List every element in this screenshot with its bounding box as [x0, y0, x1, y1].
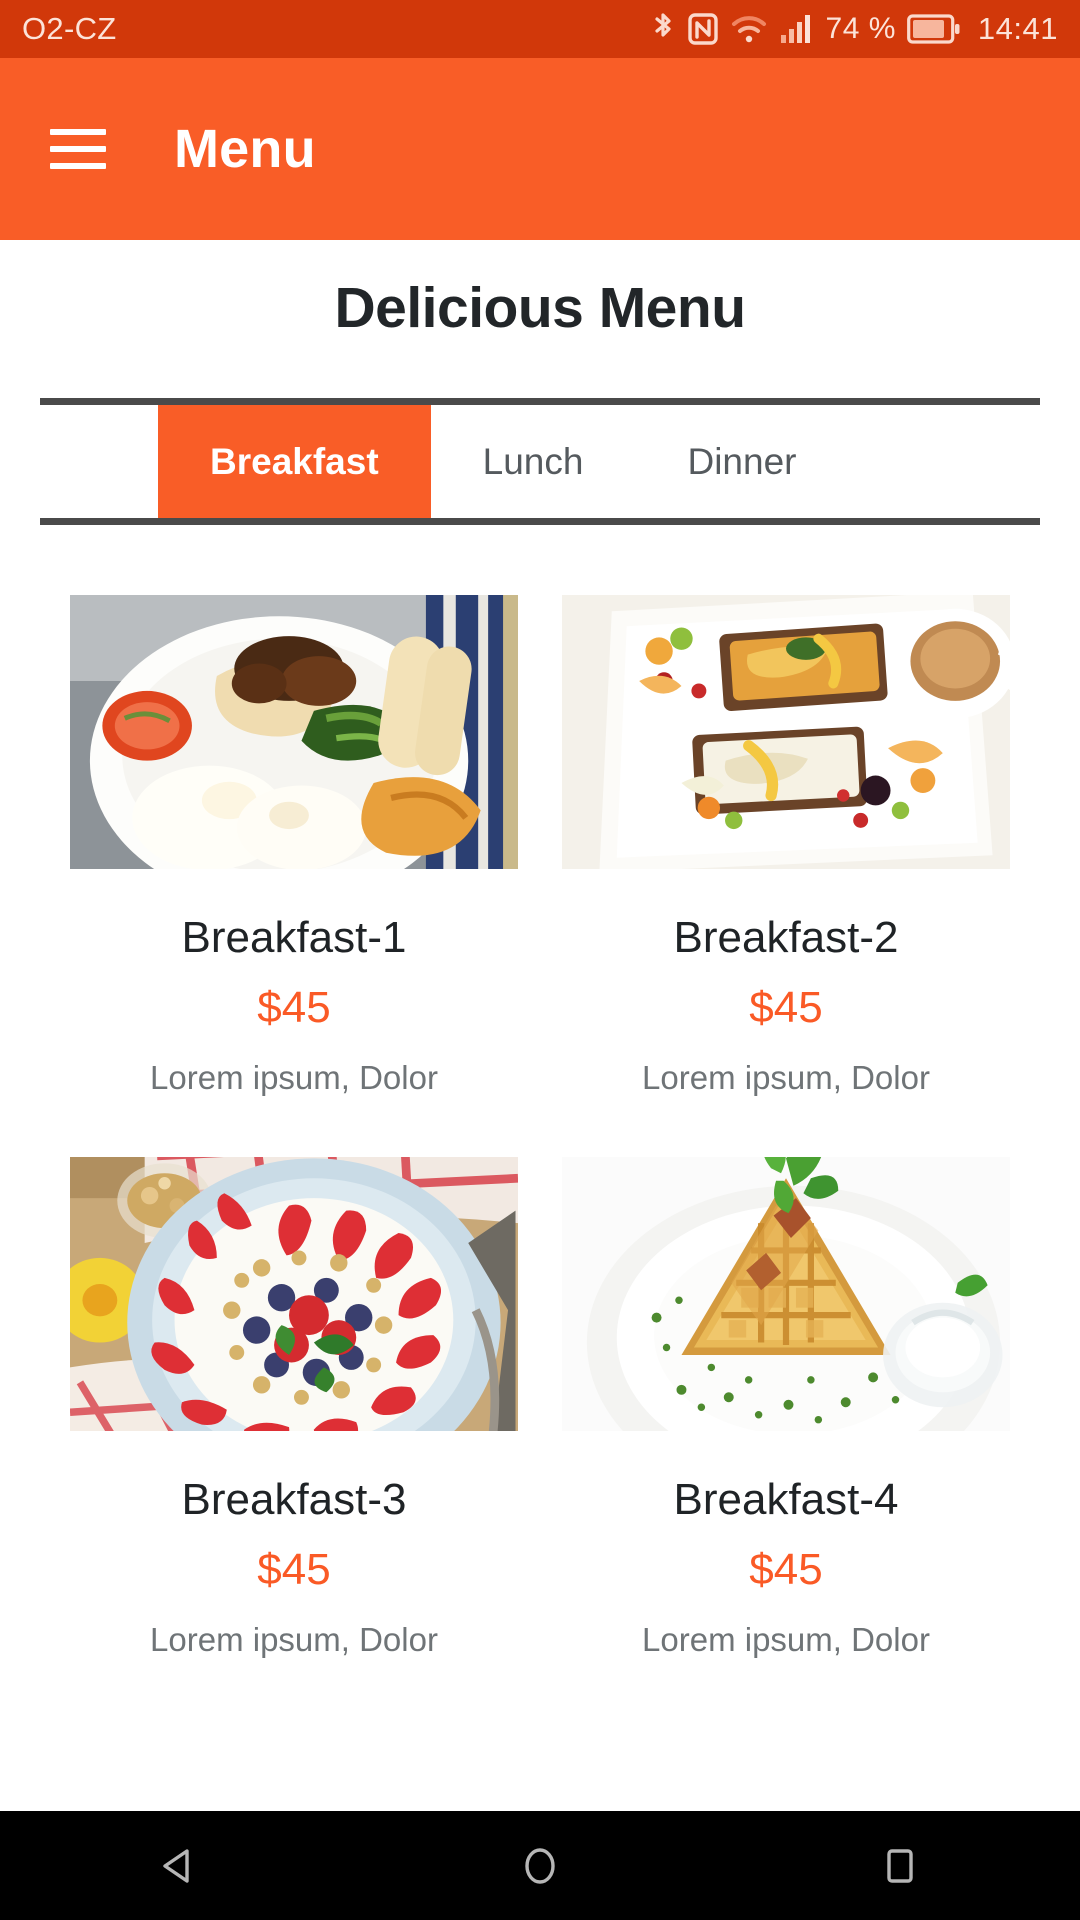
tab-lunch[interactable]: Lunch: [431, 405, 636, 518]
tab-dinner[interactable]: Dinner: [635, 405, 848, 518]
android-navigation-bar: [0, 1811, 1080, 1920]
tab-bar-wrapper: Breakfast Lunch Dinner: [0, 398, 1080, 525]
bluetooth-icon: [650, 11, 676, 47]
battery-percent-label: 74 %: [825, 12, 896, 45]
wifi-icon: [730, 13, 768, 45]
status-bar: O2-CZ 74 % 14:41: [0, 0, 1080, 58]
page-title: Delicious Menu: [334, 276, 746, 340]
menu-card-price: $45: [257, 1545, 331, 1594]
recents-button[interactable]: [840, 1811, 960, 1920]
status-icons: 74 % 14:41: [650, 11, 1058, 47]
carrier-label: O2-CZ: [22, 11, 117, 46]
back-button[interactable]: [120, 1811, 240, 1920]
app-bar-title: Menu: [174, 119, 316, 179]
hamburger-menu-icon[interactable]: [50, 129, 106, 169]
breakfast-yogurt-berry-bowl-image[interactable]: [70, 1157, 518, 1431]
tab-leading-spacer: [40, 405, 158, 518]
clock-label: 14:41: [977, 11, 1058, 46]
menu-card-description: Lorem ipsum, Dolor: [642, 1621, 930, 1658]
menu-card-price: $45: [257, 983, 331, 1032]
tab-breakfast[interactable]: Breakfast: [158, 405, 431, 518]
breakfast-waffles-plate-image[interactable]: [562, 1157, 1010, 1431]
battery-icon: [907, 13, 961, 45]
menu-card-description: Lorem ipsum, Dolor: [642, 1059, 930, 1096]
breakfast-plate-eggs-tomato-image[interactable]: [70, 595, 518, 869]
nfc-icon: [687, 11, 719, 47]
home-button[interactable]: [480, 1811, 600, 1920]
menu-grid: Breakfast-1 $45 Lorem ipsum, Dolor Break…: [0, 595, 1080, 1659]
menu-card[interactable]: Breakfast-4 $45 Lorem ipsum, Dolor: [562, 1157, 1010, 1659]
menu-card-price: $45: [749, 1545, 823, 1594]
menu-card-price: $45: [749, 983, 823, 1032]
phone-screen: O2-CZ 74 % 14:41 Menu Delicious Menu Bre…: [0, 0, 1080, 1920]
menu-card[interactable]: Breakfast-2 $45 Lorem ipsum, Dolor: [562, 595, 1010, 1097]
menu-card[interactable]: Breakfast-3 $45 Lorem ipsum, Dolor: [70, 1157, 518, 1659]
menu-card-description: Lorem ipsum, Dolor: [150, 1059, 438, 1096]
menu-card-title: Breakfast-1: [181, 913, 407, 962]
tab-bar: Breakfast Lunch Dinner: [40, 398, 1040, 525]
app-bar: Menu: [0, 58, 1080, 240]
menu-card-title: Breakfast-3: [181, 1475, 407, 1524]
breakfast-toast-platter-image[interactable]: [562, 595, 1010, 869]
menu-card-title: Breakfast-4: [673, 1475, 899, 1524]
menu-card-description: Lorem ipsum, Dolor: [150, 1621, 438, 1658]
signal-icon: [779, 13, 815, 45]
menu-card[interactable]: Breakfast-1 $45 Lorem ipsum, Dolor: [70, 595, 518, 1097]
content-area: Delicious Menu Breakfast Lunch Dinner Br…: [0, 240, 1080, 1811]
menu-card-title: Breakfast-2: [673, 913, 899, 962]
